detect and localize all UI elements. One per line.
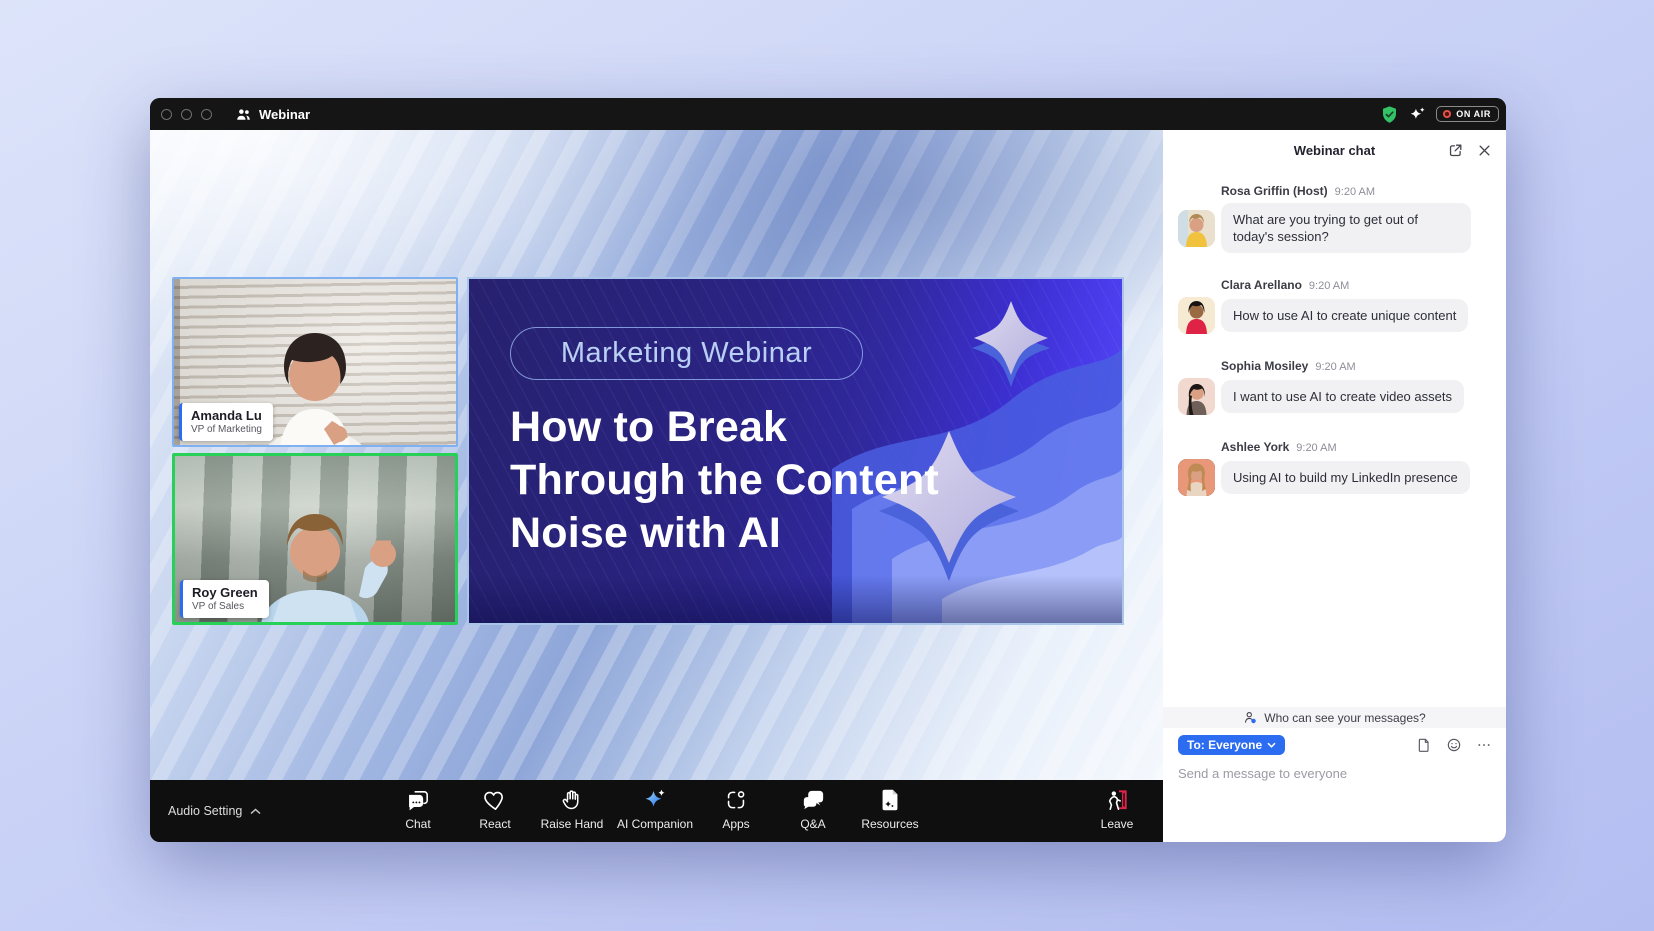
message-time: 9:20 AM [1296,442,1336,454]
nametag-roy: Roy Green VP of Sales [180,580,269,618]
speaker-role: VP of Sales [192,600,258,613]
chat-message-input[interactable]: Send a message to everyone [1178,766,1491,781]
speaker-name: Roy Green [192,585,258,600]
resources-doc-icon [877,786,903,814]
webinar-chat-panel: Webinar chat Rosa Gri [1163,130,1506,842]
emoji-icon[interactable] [1446,737,1462,753]
raise-hand-button[interactable]: Raise Hand [524,786,620,831]
chat-header: Webinar chat [1163,130,1506,170]
to-everyone-dropdown[interactable]: To: Everyone [1178,735,1285,755]
leave-button-label: Leave [1101,817,1134,831]
message-bubble: What are you trying to get out of today'… [1221,203,1471,253]
minimize-window-button[interactable] [181,109,192,120]
resources-button[interactable]: Resources [842,786,938,831]
chat-bubble-icon [405,786,432,814]
raise-hand-icon [559,786,585,814]
qa-bubbles-icon [800,786,827,814]
chat-message: Ashlee York 9:20 AM Using AI to build my… [1178,440,1491,496]
chat-title: Webinar chat [1294,143,1375,158]
message-time: 9:20 AM [1309,280,1349,292]
chat-message-list[interactable]: Rosa Griffin (Host) 9:20 AM What are you… [1163,176,1506,521]
meeting-toolbar: Audio Setting Chat [150,780,1163,842]
speaker-tile-amanda[interactable]: Amanda Lu VP of Marketing [172,277,458,447]
shield-check-icon[interactable] [1380,105,1399,124]
on-air-dot [1443,110,1451,118]
leave-door-icon [1104,786,1131,814]
speaker-tile-roy[interactable]: Roy Green VP of Sales [172,453,458,625]
avatar [1178,297,1215,334]
window-title: Webinar [259,107,310,122]
speaker-name: Amanda Lu [191,408,262,423]
privacy-notice-text: Who can see your messages? [1264,711,1425,725]
message-author: Ashlee York [1221,440,1289,454]
nametag-amanda: Amanda Lu VP of Marketing [179,403,273,441]
message-author: Rosa Griffin (Host) [1221,184,1328,198]
webinar-window: Webinar ON AIR [150,98,1506,842]
avatar [1178,210,1215,247]
close-icon[interactable] [1477,143,1492,158]
participants-icon [235,106,252,123]
on-air-badge: ON AIR [1436,106,1499,122]
speaker-role: VP of Marketing [191,423,262,436]
avatar [1178,459,1215,496]
apps-icon [723,786,749,814]
qa-button-label: Q&A [800,817,825,831]
chevron-down-icon [1267,742,1276,748]
leave-button[interactable]: Leave [1069,786,1165,831]
raise-hand-button-label: Raise Hand [541,817,604,831]
message-time: 9:20 AM [1335,186,1375,198]
chevron-up-icon [250,808,261,815]
chat-message: Rosa Griffin (Host) 9:20 AM What are you… [1178,184,1491,253]
audio-setting-button[interactable]: Audio Setting [168,780,261,842]
file-icon[interactable] [1416,737,1432,753]
popout-icon[interactable] [1447,142,1464,159]
apps-button-label: Apps [722,817,749,831]
shared-slide: Marketing Webinar How to Break Through t… [467,277,1124,625]
audio-setting-label: Audio Setting [168,804,242,818]
message-bubble: I want to use AI to create video assets [1221,380,1464,413]
message-bubble: Using AI to build my LinkedIn presence [1221,461,1470,494]
on-air-label: ON AIR [1456,109,1491,119]
message-author: Sophia Mosiley [1221,359,1308,373]
message-time: 9:20 AM [1315,361,1355,373]
heart-icon [482,786,509,814]
sparkle-icon[interactable] [1408,105,1427,124]
privacy-person-icon [1243,710,1258,725]
message-bubble: How to use AI to create unique content [1221,299,1468,332]
slide-badge: Marketing Webinar [510,327,863,380]
video-stage: Amanda Lu VP of Marketing [150,130,1163,780]
ai-companion-button-label: AI Companion [617,817,693,831]
title-bar: Webinar ON AIR [150,98,1506,130]
chat-message: Clara Arellano 9:20 AM How to use AI to … [1178,278,1491,334]
window-controls[interactable] [161,109,212,120]
slide-heading: How to Break Through the Content Noise w… [510,401,939,560]
ai-star-icon [641,786,669,814]
chat-button-label: Chat [405,817,430,831]
avatar [1178,378,1215,415]
more-icon[interactable] [1476,737,1492,753]
zoom-window-button[interactable] [201,109,212,120]
chat-message: Sophia Mosiley 9:20 AM I want to use AI … [1178,359,1491,415]
react-button-label: React [479,817,510,831]
resources-button-label: Resources [861,817,918,831]
to-everyone-label: To: Everyone [1187,738,1262,752]
privacy-notice[interactable]: Who can see your messages? [1163,707,1506,728]
chat-footer: Who can see your messages? To: Everyone [1163,707,1506,842]
message-author: Clara Arellano [1221,278,1302,292]
close-window-button[interactable] [161,109,172,120]
